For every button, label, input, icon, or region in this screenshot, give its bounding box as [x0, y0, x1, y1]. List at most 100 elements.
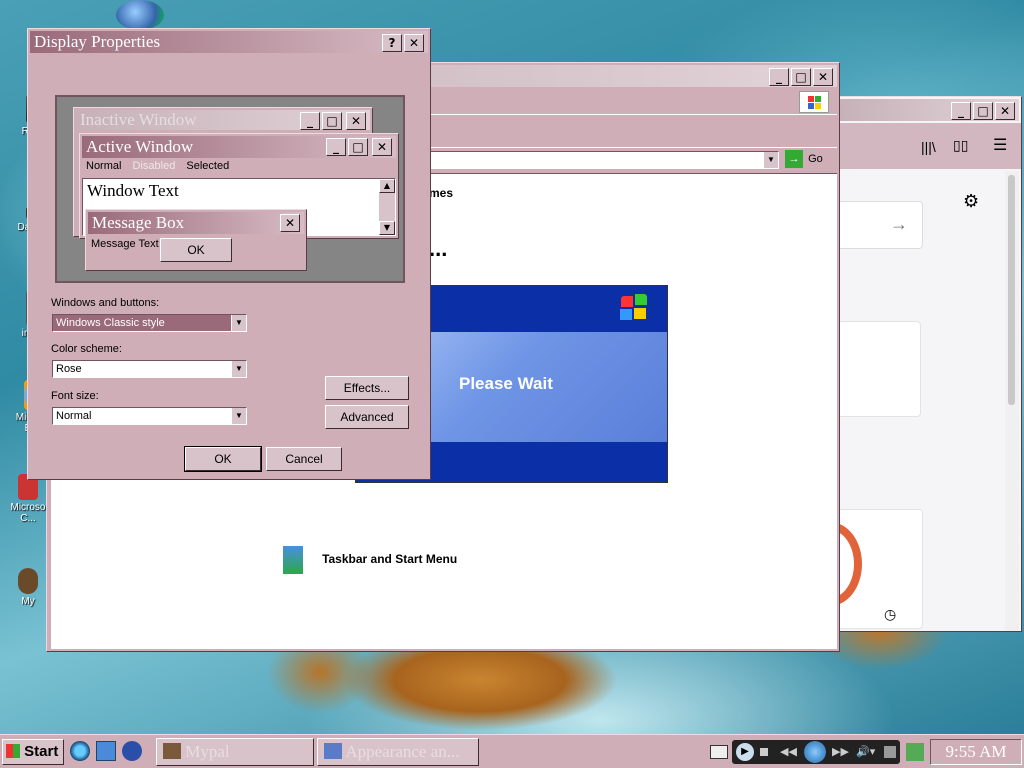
cancel-label: Cancel — [285, 452, 323, 466]
chevron-down-icon[interactable]: ▼ — [231, 361, 246, 377]
close-button[interactable]: ✕ — [813, 68, 833, 86]
play-button-icon[interactable]: ▶ — [736, 743, 754, 761]
list-item[interactable]: Taskbar and Start Menu — [283, 546, 457, 574]
close-button: ✕ — [372, 138, 392, 156]
ie-icon[interactable] — [70, 741, 90, 761]
settings-gear-icon[interactable]: ⚙ — [963, 191, 979, 212]
mypal-icon — [163, 743, 181, 759]
inactive-title: Inactive Window — [80, 110, 197, 129]
browser-window: _ □ ✕ |||\ ▯▯ ☰ ⚙ → ◷ — [836, 96, 1022, 632]
content-card-2: ◷ — [837, 509, 923, 629]
font-size-label: Font size: — [51, 390, 99, 402]
task-appearance[interactable]: Appearance an... — [317, 738, 479, 766]
start-button[interactable]: Start — [2, 739, 64, 765]
windows-flag-icon — [799, 91, 829, 113]
go-arrow-icon: → — [785, 150, 803, 168]
close-button[interactable]: ✕ — [995, 102, 1015, 120]
browser-toolbar: |||\ ▯▯ ☰ — [837, 123, 1021, 169]
rewind-button-icon[interactable]: ◀◀ — [780, 745, 797, 758]
effects-button[interactable]: Effects... — [325, 376, 409, 400]
ellipsis-text: ... — [429, 236, 448, 261]
menu-icon[interactable]: ☰ — [993, 135, 1007, 155]
color-scheme-label: Color scheme: — [51, 343, 122, 355]
taskbar-settings-icon — [283, 546, 303, 574]
menu-normal: Normal — [86, 160, 122, 172]
list-item-label: Taskbar and Start Menu — [322, 551, 458, 566]
message-box-title: Message Box — [92, 213, 185, 232]
sidebar-icon[interactable]: ▯▯ — [953, 137, 968, 154]
chevron-down-icon[interactable]: ▼ — [231, 315, 246, 331]
desktop-icon-label: Microso C... — [10, 502, 46, 524]
windows-buttons-select[interactable]: Windows Classic style ▼ — [52, 314, 247, 332]
media-player-icon[interactable] — [122, 741, 142, 761]
menu-selected: Selected — [186, 160, 230, 172]
chevron-down-icon[interactable]: ▼ — [231, 408, 246, 424]
message-text: Message Text — [91, 238, 159, 250]
desktop-icon-microsoft[interactable]: Microso C... — [6, 474, 50, 524]
address-combo[interactable]: ▼ — [429, 151, 779, 169]
minimize-button: _ — [326, 138, 346, 156]
go-button[interactable]: → Go — [785, 150, 829, 170]
maximize-button: □ — [348, 138, 368, 156]
ok-button[interactable]: OK — [184, 446, 262, 472]
network-tray-icon[interactable] — [906, 743, 924, 761]
search-card[interactable]: → — [837, 201, 923, 249]
preview-active-titlebar: Active Window _ □ ✕ — [82, 136, 396, 158]
caption-buttons: _ □ ✕ — [951, 102, 1015, 120]
font-size-select[interactable]: Normal ▼ — [52, 407, 247, 425]
preview-ok-button: OK — [160, 238, 232, 262]
cancel-button[interactable]: Cancel — [266, 447, 342, 471]
display-properties-titlebar[interactable]: Display Properties ? ✕ — [30, 31, 428, 53]
content-card — [837, 321, 921, 417]
close-button[interactable]: ✕ — [404, 34, 424, 52]
arrow-right-icon[interactable]: → — [890, 214, 908, 235]
caption-buttons: _ □ ✕ — [326, 138, 392, 156]
menu-disabled: Disabled — [132, 160, 176, 172]
logo-circle — [838, 522, 862, 606]
please-wait-text: Please Wait — [459, 374, 553, 393]
help-button[interactable]: ? — [382, 34, 402, 52]
preview-scrollbar: ▲ ▼ — [379, 179, 395, 235]
color-scheme-select[interactable]: Rose ▼ — [52, 360, 247, 378]
desktop-icon-my[interactable]: My — [6, 568, 50, 607]
volume-icon[interactable]: 🔊▾ — [856, 745, 875, 758]
minimize-button[interactable]: _ — [951, 102, 971, 120]
minimize-button[interactable]: _ — [769, 68, 789, 86]
desktop-icon-label: My — [21, 596, 35, 607]
go-label: Go — [808, 153, 823, 165]
advanced-button[interactable]: Advanced — [325, 405, 409, 429]
preview-menu: Normal Disabled Selected — [86, 160, 229, 172]
scroll-down-icon: ▼ — [379, 221, 395, 235]
minimize-button: _ — [300, 112, 320, 130]
task-mypal[interactable]: Mypal — [156, 738, 314, 766]
caption-buttons: ? ✕ — [382, 34, 424, 52]
maximize-button[interactable]: □ — [791, 68, 811, 86]
clock[interactable]: 9:55 AM — [930, 739, 1022, 765]
advanced-label: Advanced — [340, 410, 394, 424]
network-globe-icon — [116, 0, 164, 30]
browser-scrollbar[interactable] — [1005, 171, 1019, 631]
start-label: Start — [24, 743, 59, 760]
restore-media-icon[interactable] — [884, 746, 896, 758]
quick-launch — [70, 741, 142, 763]
desktop-icon[interactable] — [96, 741, 116, 761]
forward-button-icon[interactable]: ▶▶ — [832, 745, 849, 758]
seek-play-button-icon[interactable] — [804, 741, 826, 763]
media-toolbar: ▶ ◀◀ ▶▶ 🔊▾ — [732, 740, 900, 764]
caption-buttons: _ □ ✕ — [300, 112, 366, 130]
windows-buttons-label: Windows and buttons: — [51, 297, 160, 309]
windows-start-icon — [6, 744, 20, 758]
preview-message-box: Message Box ✕ Message Text OK — [85, 209, 307, 271]
caption-buttons: ✕ — [280, 214, 300, 232]
my-computer-icon — [18, 568, 38, 594]
maximize-button[interactable]: □ — [973, 102, 993, 120]
ok-label: OK — [187, 243, 205, 257]
list-item[interactable]: mes — [429, 186, 453, 200]
scrollbar-thumb[interactable] — [1008, 175, 1015, 405]
ok-label: OK — [214, 452, 232, 466]
display-properties-window: Display Properties ? ✕ Inactive Window _… — [27, 28, 431, 480]
library-icon[interactable]: |||\ — [921, 139, 936, 155]
keyboard-icon[interactable] — [710, 745, 728, 759]
stop-button-icon[interactable] — [760, 748, 768, 756]
chevron-down-icon[interactable]: ▼ — [763, 152, 778, 168]
